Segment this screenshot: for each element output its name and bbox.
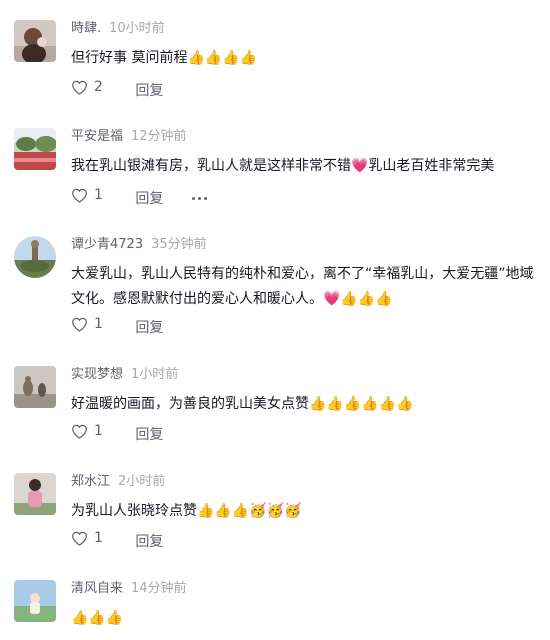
avatar[interactable] [14,20,56,62]
reply-button[interactable]: 回复 [135,425,163,445]
avatar[interactable] [14,473,56,515]
avatar[interactable] [14,236,56,278]
comment-actions: 1 回复 [71,421,163,443]
timestamp: 10小时前 [109,21,165,36]
like-count: 1 [94,316,103,332]
timestamp: 35分钟前 [151,237,207,252]
comment-meta: 郑水江 2小时前 [71,473,165,491]
like-button[interactable]: 1 [71,185,103,205]
username[interactable]: 平安是福 [71,129,123,144]
timestamp: 2小时前 [118,474,166,489]
comment-meta: 谭少青4723 35分钟前 [71,236,207,254]
comment-actions: 1 回复 [71,185,207,207]
comment-meta: 清风自来 14分钟前 [71,580,187,598]
heart-icon [72,531,87,546]
comment-meta: 平安是福 12分钟前 [71,128,187,146]
heart-icon [72,188,87,203]
comment-meta: 時肆. 10小时前 [71,20,165,38]
like-count: 1 [94,423,103,439]
reply-button[interactable]: 回复 [135,189,163,209]
reply-button[interactable]: 回复 [135,532,163,552]
comment-text: 为乳山人张晓玲点赞👍👍👍🥳🥳🥳 [71,503,302,519]
avatar[interactable] [14,580,56,622]
like-button[interactable]: 1 [71,528,103,548]
comment-text: 👍👍👍 [71,610,124,626]
username[interactable]: 時肆. [71,21,101,36]
comment-meta: 实现梦想 1小时前 [71,366,178,384]
comment-text: 大爱乳山，乳山人民特有的纯朴和爱心，离不了“幸福乳山，大爱无疆”地域文化。感恩默… [71,266,534,307]
reply-button[interactable]: 回复 [135,318,163,338]
heart-icon [72,424,87,439]
more-options-icon[interactable] [191,197,207,200]
reply-button[interactable]: 回复 [135,81,163,101]
comment-text: 但行好事 莫问前程👍👍👍👍 [71,50,258,66]
like-count: 1 [94,530,103,546]
timestamp: 14分钟前 [131,581,187,596]
comment-text: 好温暖的画面，为善良的乳山美女点赞👍👍👍👍👍👍 [71,396,414,412]
comment-text: 我在乳山银滩有房，乳山人就是这样非常不错💗乳山老百姓非常完美 [71,158,495,174]
like-button[interactable]: 1 [71,314,103,334]
heart-icon [72,317,87,332]
like-button[interactable]: 2 [71,77,103,97]
comment-actions: 2 回复 [71,77,163,99]
timestamp: 1小时前 [131,367,179,382]
avatar[interactable] [14,128,56,170]
like-button[interactable]: 1 [71,421,103,441]
comment-actions: 1 回复 [71,528,163,550]
username[interactable]: 清风自来 [71,581,123,596]
heart-icon [72,80,87,95]
username[interactable]: 谭少青4723 [71,237,143,252]
username[interactable]: 郑水江 [71,474,110,489]
like-count: 2 [94,79,103,95]
comment-actions: 1 回复 [71,314,163,336]
username[interactable]: 实现梦想 [71,367,123,382]
avatar[interactable] [14,366,56,408]
timestamp: 12分钟前 [131,129,187,144]
like-count: 1 [94,187,103,203]
